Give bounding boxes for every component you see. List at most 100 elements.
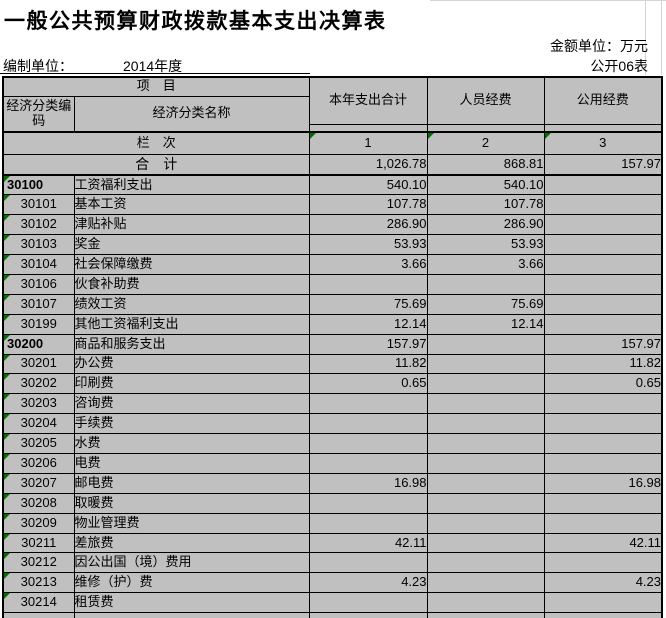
cell-personnel[interactable] <box>426 512 545 534</box>
cell-public[interactable]: 42.11 <box>543 532 663 554</box>
cell-total[interactable] <box>308 433 428 454</box>
cell-personnel[interactable] <box>426 572 545 594</box>
row-name[interactable]: 差旅费 <box>73 532 310 554</box>
row-name[interactable]: 基本工资 <box>73 194 310 216</box>
row-name[interactable]: 因公出国（境）费用 <box>73 552 310 574</box>
row-name[interactable]: 伙食补助费 <box>73 273 310 295</box>
cell-total[interactable] <box>308 552 428 574</box>
cell-total[interactable]: 540.10 <box>308 174 428 196</box>
cell-personnel[interactable] <box>426 413 545 435</box>
row-name[interactable]: 物业管理费 <box>73 512 310 534</box>
cell-total[interactable]: 11.82 <box>308 353 428 375</box>
cell-total[interactable] <box>308 452 428 474</box>
cell-public[interactable] <box>543 234 663 256</box>
row-name[interactable]: 取暖费 <box>73 492 310 514</box>
row-code[interactable]: 30200 <box>2 333 75 355</box>
cell-total[interactable]: 0.65 <box>308 373 428 395</box>
cell-public[interactable]: 4.23 <box>543 572 663 594</box>
cell-total[interactable]: 12.14 <box>308 313 428 335</box>
green-filler-cell[interactable] <box>426 123 545 133</box>
cell-public[interactable] <box>543 293 663 315</box>
cell-public[interactable]: 16.98 <box>543 472 663 494</box>
row-code[interactable]: 30212 <box>2 552 75 574</box>
cell-total[interactable] <box>308 612 428 618</box>
row-code[interactable]: 30107 <box>2 293 75 315</box>
cell-public[interactable] <box>543 452 663 474</box>
row-name[interactable]: 商品和服务支出 <box>73 333 310 355</box>
cell-personnel[interactable] <box>426 273 545 295</box>
row-code[interactable]: 30209 <box>2 512 75 534</box>
green-filler-cell[interactable] <box>543 123 663 133</box>
cell-personnel[interactable] <box>426 333 545 355</box>
cell-total[interactable] <box>308 393 428 415</box>
cell-personnel[interactable] <box>426 612 545 618</box>
cell-personnel[interactable] <box>426 393 545 415</box>
row-name[interactable]: 维修（护）费 <box>73 572 310 594</box>
row-name[interactable]: 印刷费 <box>73 373 310 395</box>
green-filler-cell[interactable] <box>308 123 428 133</box>
row-name[interactable]: 绩效工资 <box>73 293 310 315</box>
row-name[interactable]: 其他工资福利支出 <box>73 313 310 335</box>
cell-total[interactable]: 157.97 <box>308 333 428 355</box>
row-code[interactable]: 30103 <box>2 234 75 256</box>
cell-personnel[interactable]: 12.14 <box>426 313 545 335</box>
cell-personnel[interactable]: 3.66 <box>426 254 545 275</box>
row-name[interactable] <box>73 612 310 618</box>
row-code[interactable]: 30205 <box>2 433 75 454</box>
cell-personnel[interactable] <box>426 452 545 474</box>
header-name-cell[interactable]: 经济分类名称 <box>73 95 310 133</box>
row-name[interactable]: 邮电费 <box>73 472 310 494</box>
row-code[interactable]: 30214 <box>2 592 75 614</box>
cell-personnel[interactable] <box>426 532 545 554</box>
header-total-cell[interactable]: 本年支出合计 <box>308 76 428 125</box>
cell-total[interactable] <box>308 273 428 295</box>
cell-total[interactable] <box>308 512 428 534</box>
column-index-cell-1[interactable]: 1 <box>308 131 428 155</box>
row-name[interactable]: 社会保障缴费 <box>73 254 310 275</box>
cell-total[interactable]: 286.90 <box>308 214 428 236</box>
cell-personnel[interactable]: 286.90 <box>426 214 545 236</box>
row-code[interactable]: 30201 <box>2 353 75 375</box>
cell-public[interactable] <box>543 592 663 614</box>
row-name[interactable]: 工资福利支出 <box>73 174 310 196</box>
header-code-cell[interactable]: 经济分类编码 <box>2 95 75 133</box>
cell-public[interactable] <box>543 254 663 275</box>
cell-personnel[interactable] <box>426 433 545 454</box>
row-code[interactable]: 30203 <box>2 393 75 415</box>
cell-public[interactable] <box>543 194 663 216</box>
row-code[interactable]: 30213 <box>2 572 75 594</box>
cell-total[interactable] <box>308 413 428 435</box>
row-code[interactable]: 30100 <box>2 174 75 196</box>
row-code[interactable]: 30202 <box>2 373 75 395</box>
total-row-label-cell[interactable]: 合 计 <box>2 153 310 176</box>
header-public-cell[interactable]: 公用经费 <box>543 76 663 125</box>
row-name[interactable]: 水费 <box>73 433 310 454</box>
row-name[interactable]: 咨询费 <box>73 393 310 415</box>
row-code[interactable]: 30207 <box>2 472 75 494</box>
row-name[interactable]: 电费 <box>73 452 310 474</box>
header-personnel-cell[interactable]: 人员经费 <box>426 76 545 125</box>
cell-public[interactable]: 0.65 <box>543 373 663 395</box>
row-name[interactable]: 办公费 <box>73 353 310 375</box>
cell-total[interactable]: 3.66 <box>308 254 428 275</box>
cell-public[interactable]: 11.82 <box>543 353 663 375</box>
cell-public[interactable] <box>543 512 663 534</box>
cell-total[interactable]: 42.11 <box>308 532 428 554</box>
row-code[interactable]: 30208 <box>2 492 75 514</box>
cell-public[interactable] <box>543 612 663 618</box>
column-index-cell-3[interactable]: 3 <box>543 131 663 155</box>
cell-personnel[interactable] <box>426 552 545 574</box>
cell-public[interactable] <box>543 313 663 335</box>
cell-total[interactable]: 107.78 <box>308 194 428 216</box>
cell-public[interactable] <box>543 552 663 574</box>
cell-public[interactable] <box>543 413 663 435</box>
cell-personnel[interactable] <box>426 373 545 395</box>
row-code[interactable] <box>2 612 75 618</box>
cell-total[interactable] <box>308 492 428 514</box>
cell-personnel[interactable]: 53.93 <box>426 234 545 256</box>
cell-total[interactable] <box>308 592 428 614</box>
cell-total[interactable]: 53.93 <box>308 234 428 256</box>
row-code[interactable]: 30211 <box>2 532 75 554</box>
total-row-public-cell[interactable]: 157.97 <box>543 153 663 176</box>
row-name[interactable]: 奖金 <box>73 234 310 256</box>
